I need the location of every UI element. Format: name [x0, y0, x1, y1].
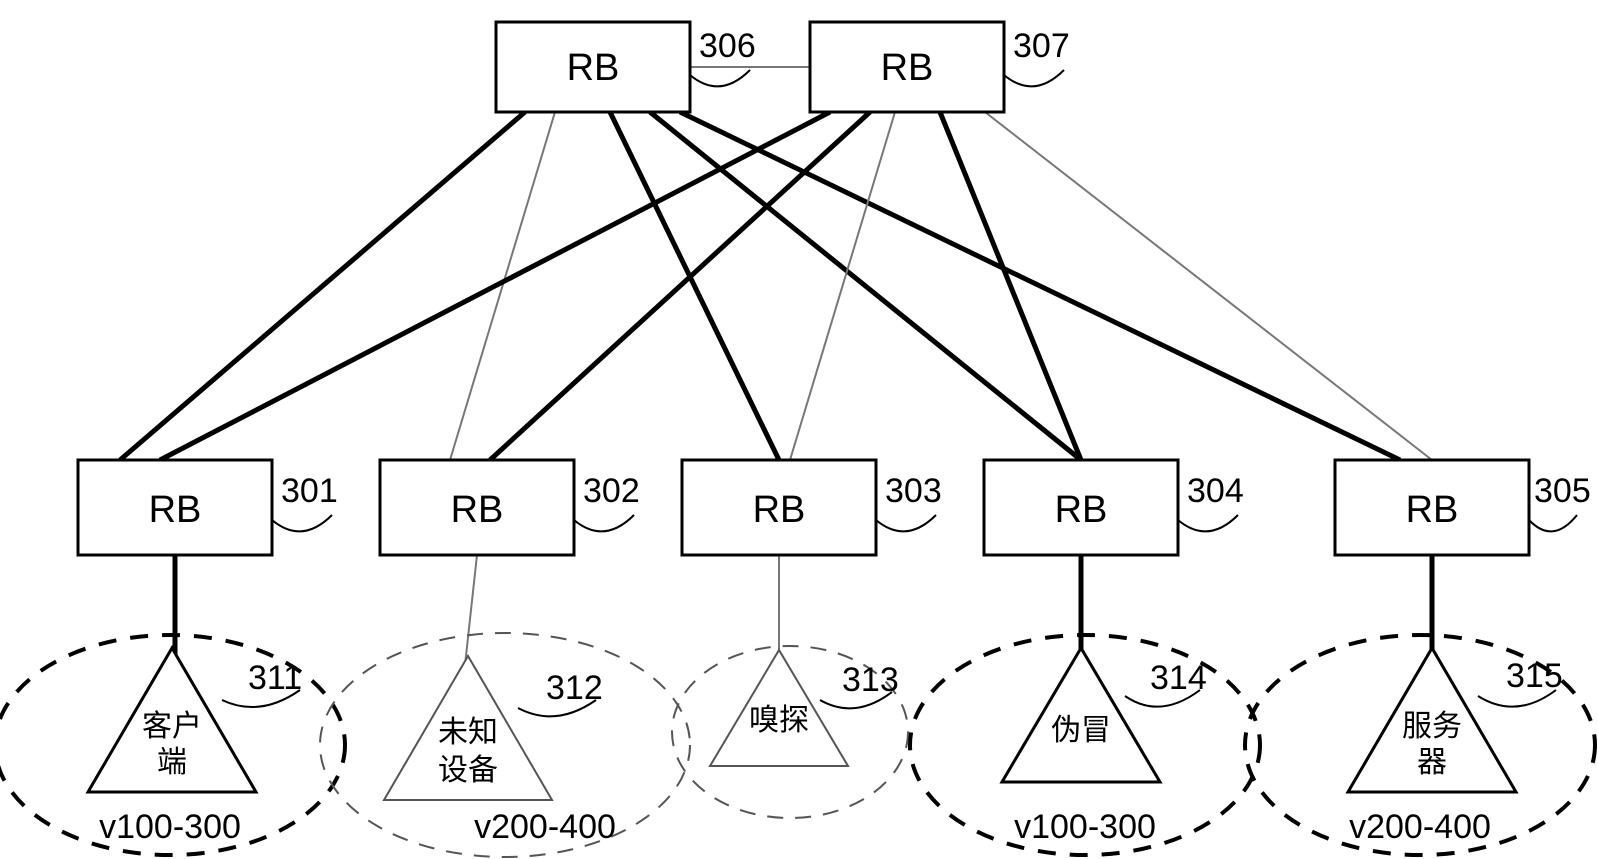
- svg-text:315: 315: [1506, 657, 1563, 695]
- svg-text:器: 器: [1417, 746, 1447, 779]
- rb-node-307: RB 307: [810, 22, 1070, 112]
- rb-node-305: RB 305: [1335, 460, 1591, 555]
- svg-text:312: 312: [546, 669, 603, 707]
- svg-text:端: 端: [157, 746, 187, 779]
- svg-text:嗅探: 嗅探: [749, 704, 809, 737]
- svg-text:305: 305: [1534, 472, 1591, 510]
- svg-text:客户: 客户: [142, 710, 202, 743]
- svg-text:v100-300: v100-300: [99, 808, 241, 846]
- svg-text:未知: 未知: [438, 716, 498, 749]
- edge-306-303: [610, 112, 779, 460]
- edge-307-301: [160, 112, 830, 460]
- rb-node-302: RB 302: [380, 460, 640, 555]
- svg-text:301: 301: [281, 472, 338, 510]
- edge-302-312: [465, 555, 477, 665]
- svg-text:RB: RB: [753, 489, 806, 531]
- svg-text:302: 302: [583, 472, 640, 510]
- svg-text:设备: 设备: [438, 754, 498, 787]
- svg-text:服务: 服务: [1402, 710, 1462, 743]
- svg-text:RB: RB: [451, 489, 504, 531]
- edge-307-304: [940, 112, 1081, 460]
- edge-306-301: [120, 112, 525, 460]
- network-diagram: RB 306 RB 307 RB 301 RB 302 RB 303 RB 30…: [0, 0, 1598, 859]
- edge-306-305: [680, 112, 1400, 460]
- svg-text:314: 314: [1150, 659, 1207, 697]
- svg-text:307: 307: [1013, 27, 1070, 65]
- svg-text:v200-400: v200-400: [1349, 808, 1491, 846]
- device-312: 未知 设备 312 v200-400: [384, 656, 616, 846]
- svg-text:RB: RB: [1055, 489, 1108, 531]
- svg-text:v100-300: v100-300: [1014, 808, 1156, 846]
- edge-307-302: [490, 112, 870, 460]
- svg-text:RB: RB: [1406, 489, 1459, 531]
- device-314: 伪冒 314 v100-300: [1002, 648, 1207, 846]
- svg-text:RB: RB: [149, 489, 202, 531]
- device-315: 服务 器 315 v200-400: [1348, 648, 1563, 846]
- edge-307-303: [790, 112, 895, 460]
- rb-node-303: RB 303: [682, 460, 942, 555]
- rb-node-304: RB 304: [984, 460, 1244, 555]
- rb-node-301: RB 301: [78, 460, 338, 555]
- svg-text:v200-400: v200-400: [474, 808, 616, 846]
- edge-306-304: [650, 112, 1081, 460]
- device-311: 客户 端 311 v100-300: [88, 648, 302, 846]
- device-313: 嗅探 313: [710, 650, 899, 766]
- svg-text:311: 311: [248, 659, 302, 697]
- svg-text:RB: RB: [567, 47, 620, 89]
- svg-text:306: 306: [699, 27, 756, 65]
- svg-text:304: 304: [1187, 472, 1244, 510]
- edge-307-305: [985, 112, 1432, 460]
- svg-text:伪冒: 伪冒: [1051, 714, 1111, 747]
- svg-text:313: 313: [842, 661, 899, 699]
- svg-text:RB: RB: [881, 47, 934, 89]
- svg-text:303: 303: [885, 472, 942, 510]
